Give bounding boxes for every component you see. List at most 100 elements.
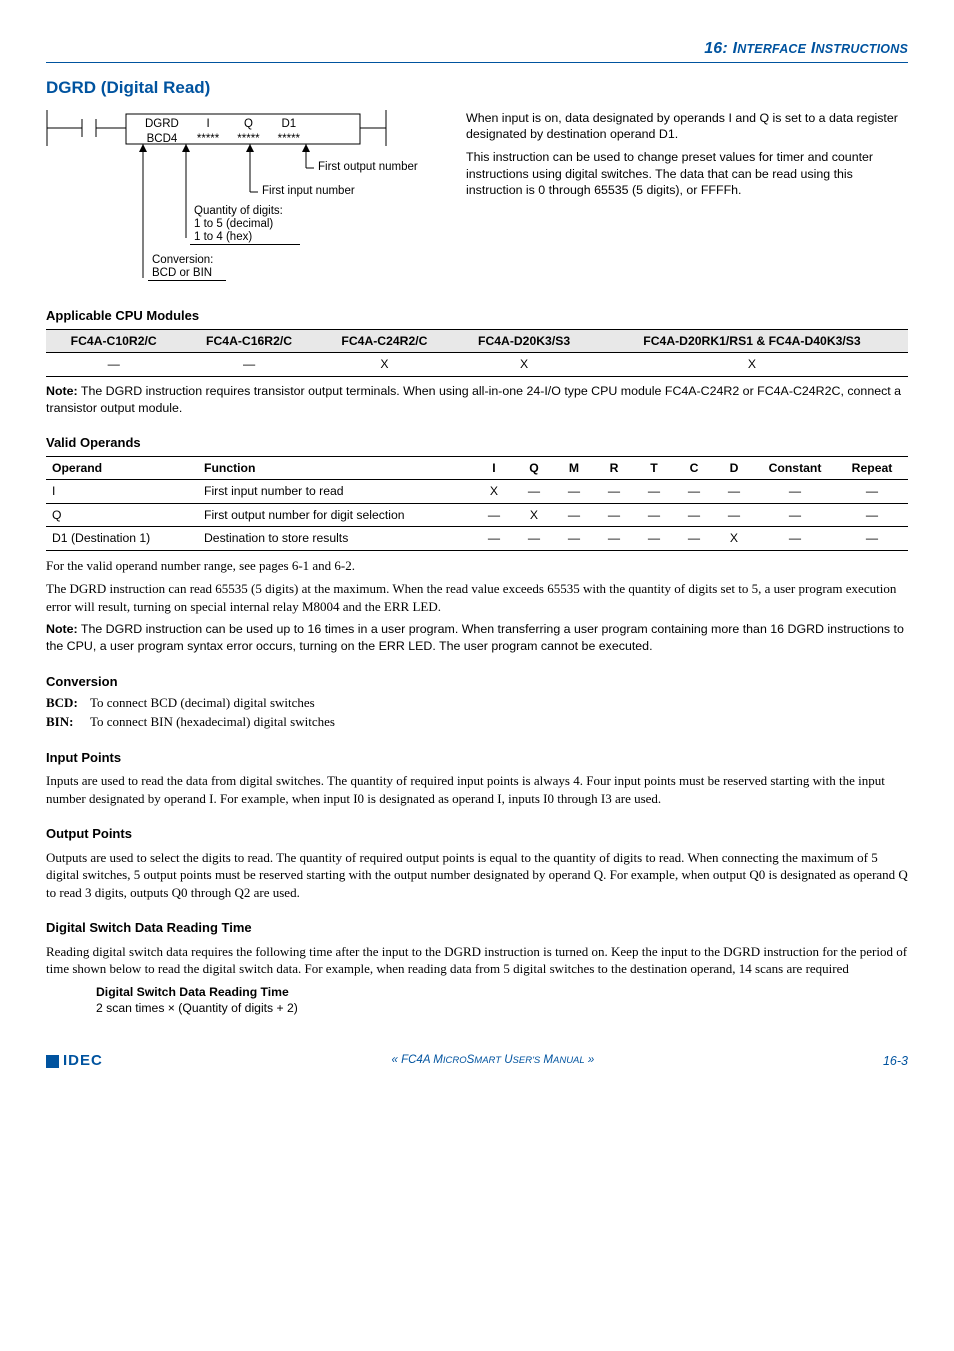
- fc-d: MART: [474, 1055, 501, 1066]
- r1-v4: —: [634, 503, 674, 526]
- ladder-diagram: DGRD I Q D1 BCD4 ***** ***** ***** First…: [46, 110, 436, 290]
- note1-label: Note:: [46, 384, 78, 398]
- r2-v6: X: [714, 527, 754, 550]
- fc-g: M: [540, 1054, 553, 1066]
- fc-i: »: [585, 1054, 595, 1066]
- para-max: The DGRD instruction can read 65535 (5 d…: [46, 580, 908, 615]
- r1-r: —: [836, 503, 908, 526]
- oh-c2: M: [554, 456, 594, 479]
- r0-v3: —: [594, 480, 634, 503]
- cpu-h0: FC4A-C10R2/C: [46, 329, 181, 352]
- r0-fn: First input number to read: [198, 480, 474, 503]
- conv-underline: [148, 251, 226, 281]
- r0-v4: —: [634, 480, 674, 503]
- footer-logo: IDEC: [46, 1051, 103, 1071]
- cpu-h4: FC4A-D20RK1/RS1 & FC4A-D40K3/S3: [596, 329, 908, 352]
- op-para: Outputs are used to select the digits to…: [46, 849, 908, 902]
- oh-c1: Q: [514, 456, 554, 479]
- rt-para: Reading digital switch data requires the…: [46, 943, 908, 978]
- rt-formula: 2 scan times × (Quantity of digits + 2): [96, 1000, 908, 1016]
- ip-para: Inputs are used to read the data from di…: [46, 772, 908, 807]
- oh-c6: D: [714, 456, 754, 479]
- r0-r: —: [836, 480, 908, 503]
- operand-table: Operand Function I Q M R T C D Constant …: [46, 456, 908, 551]
- r2-r: —: [836, 527, 908, 550]
- side-para-1: When input is on, data designated by ope…: [466, 110, 908, 143]
- oh-c0: I: [474, 456, 514, 479]
- footer: IDEC « FC4A MICROSMART USER'S MANUAL » 1…: [46, 1051, 908, 1071]
- r1-fn: First output number for digit selection: [198, 503, 474, 526]
- cpu-r1: —: [181, 353, 316, 376]
- conv-defs: BCD:To connect BCD (decimal) digital swi…: [46, 694, 908, 730]
- oh-rep: Repeat: [836, 456, 908, 479]
- table-row: I First input number to read X — — — — —…: [46, 480, 908, 503]
- op-heading: Output Points: [46, 825, 908, 843]
- table-row: Operand Function I Q M R T C D Constant …: [46, 456, 908, 479]
- fc-a: « FC4A M: [392, 1054, 443, 1066]
- r1-v2: —: [554, 503, 594, 526]
- r2-v5: —: [674, 527, 714, 550]
- r1-v6: —: [714, 503, 754, 526]
- bcd-v: To connect BCD (decimal) digital switche…: [90, 694, 315, 712]
- rt-heading: Digital Switch Data Reading Time: [46, 919, 908, 937]
- box-i: I: [188, 117, 228, 133]
- bcd-k: BCD:: [46, 694, 90, 712]
- cpu-table: FC4A-C10R2/C FC4A-C16R2/C FC4A-C24R2/C F…: [46, 329, 908, 377]
- r2-v0: —: [474, 527, 514, 550]
- oh-const: Constant: [754, 456, 836, 479]
- instruction-box: DGRD I Q D1 BCD4 ***** ***** *****: [130, 115, 315, 152]
- r0-op: I: [46, 480, 198, 503]
- note2-text: The DGRD instruction can be used up to 1…: [46, 622, 904, 653]
- r2-v4: —: [634, 527, 674, 550]
- box-s1: *****: [188, 132, 228, 148]
- logo-square-icon: [46, 1055, 59, 1068]
- lbl-first-input: First input number: [262, 184, 355, 200]
- lbl-first-output: First output number: [318, 160, 418, 176]
- r0-c: —: [754, 480, 836, 503]
- box-d1: D1: [269, 117, 309, 133]
- table-row: — — X X X: [46, 353, 908, 376]
- conv-heading: Conversion: [46, 673, 908, 691]
- oh-c3: R: [594, 456, 634, 479]
- note2-label: Note:: [46, 622, 78, 636]
- bin-k: BIN:: [46, 713, 90, 731]
- note1-text: The DGRD instruction requires transistor…: [46, 384, 901, 415]
- table-row: FC4A-C10R2/C FC4A-C16R2/C FC4A-C24R2/C F…: [46, 329, 908, 352]
- table-row: Q First output number for digit selectio…: [46, 503, 908, 526]
- r0-v0: X: [474, 480, 514, 503]
- chapter-header: 16: INTERFACE INSTRUCTIONS: [46, 38, 908, 60]
- r1-v3: —: [594, 503, 634, 526]
- cpu-r3: X: [452, 353, 596, 376]
- box-opt: BCD4: [136, 132, 188, 148]
- chap-r2: NSTRUCTIONS: [816, 42, 908, 56]
- box-q: Q: [228, 117, 268, 133]
- note2: Note: The DGRD instruction can be used u…: [46, 621, 908, 654]
- cpu-h2: FC4A-C24R2/C: [317, 329, 452, 352]
- r1-v0: —: [474, 503, 514, 526]
- rt-title: Digital Switch Data Reading Time: [96, 984, 908, 1000]
- side-para-2: This instruction can be used to change p…: [466, 149, 908, 199]
- r2-c: —: [754, 527, 836, 550]
- r0-v1: —: [514, 480, 554, 503]
- oh-c4: T: [634, 456, 674, 479]
- r1-v1: X: [514, 503, 554, 526]
- header-rule: [46, 62, 908, 63]
- cpu-h1: FC4A-C16R2/C: [181, 329, 316, 352]
- table-row: D1 (Destination 1) Destination to store …: [46, 527, 908, 550]
- box-opcode: DGRD: [136, 117, 188, 133]
- r1-v5: —: [674, 503, 714, 526]
- side-text: When input is on, data designated by ope…: [466, 110, 908, 206]
- oh-fn: Function: [198, 456, 474, 479]
- r2-op: D1 (Destination 1): [46, 527, 198, 550]
- box-s3: *****: [269, 132, 309, 148]
- para-range: For the valid operand number range, see …: [46, 557, 908, 575]
- fc-b: ICRO: [443, 1055, 467, 1066]
- fc-h: ANUAL: [553, 1055, 585, 1066]
- r1-op: Q: [46, 503, 198, 526]
- cpu-r4: X: [596, 353, 908, 376]
- cpu-r0: —: [46, 353, 181, 376]
- section-title: DGRD (Digital Read): [46, 77, 908, 100]
- r2-v1: —: [514, 527, 554, 550]
- oh-op: Operand: [46, 456, 198, 479]
- r2-v2: —: [554, 527, 594, 550]
